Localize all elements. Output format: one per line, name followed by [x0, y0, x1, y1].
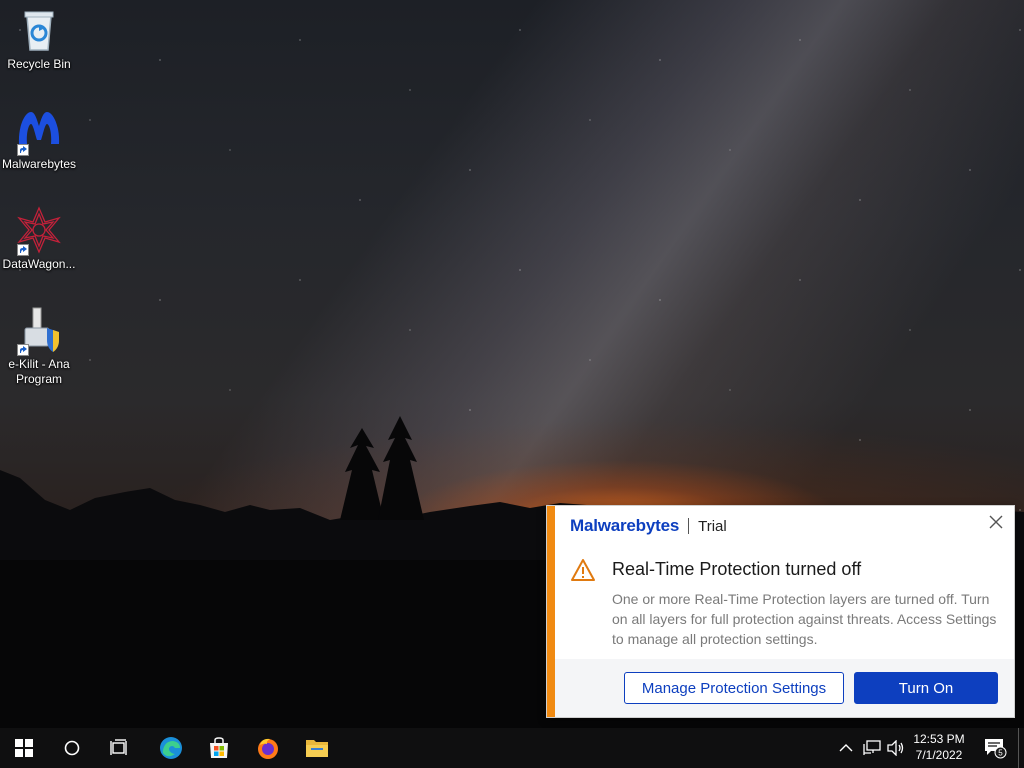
close-button[interactable] [987, 513, 1005, 531]
network-icon [863, 740, 881, 755]
show-hidden-icons-button[interactable] [838, 739, 854, 757]
desktop-icon-recycle-bin[interactable]: Recycle Bin [0, 6, 78, 72]
start-icon [15, 739, 33, 757]
action-center-button[interactable]: 5 [980, 728, 1010, 768]
desktop-icon-ekilit[interactable]: e-Kilit - Ana Program [0, 306, 78, 387]
desktop-icon-label: DataWagon... [2, 257, 76, 271]
clock-time: 12:53 PM [913, 732, 965, 746]
header-divider [688, 518, 690, 534]
network-button[interactable] [862, 739, 882, 757]
turn-on-button[interactable]: Turn On [854, 672, 998, 704]
desktop-icon-malwarebytes[interactable]: Malwarebytes [0, 106, 78, 172]
notification-accent-bar [547, 506, 555, 717]
taskbar-edge[interactable] [147, 728, 195, 768]
volume-button[interactable] [886, 739, 906, 757]
taskbar-clock[interactable]: 12:53 PM 7/1/2022 [905, 731, 973, 765]
clock-date: 7/1/2022 [915, 748, 963, 762]
notification-header: Malwarebytes Trial [570, 515, 727, 537]
store-icon [210, 737, 228, 758]
brand-logo: Malwarebytes [570, 516, 680, 535]
notification-count-badge: 5 [998, 749, 1003, 758]
notification-body: One or more Real-Time Protection layers … [612, 591, 997, 647]
search-button[interactable] [48, 728, 96, 768]
malwarebytes-icon [15, 106, 63, 156]
start-button[interactable] [0, 728, 48, 768]
desktop-icon-label: e-Kilit - Ana Program [8, 357, 70, 386]
taskbar: 12:53 PM 7/1/2022 5 [0, 728, 1024, 768]
notification-title: Real-Time Protection turned off [612, 559, 862, 579]
volume-icon [887, 740, 904, 756]
edge-icon [160, 737, 182, 759]
notification-actions: Manage Protection Settings Turn On [555, 659, 1014, 717]
chevron-up-icon [839, 744, 853, 752]
warning-icon [570, 558, 596, 582]
show-desktop-button[interactable] [1018, 728, 1024, 768]
taskbar-store[interactable] [195, 728, 243, 768]
task-view-icon [110, 739, 127, 755]
shortcut-arrow-icon [17, 144, 29, 156]
datawagon-icon [15, 206, 63, 256]
ekilit-icon [15, 306, 63, 356]
desktop-icon-label: Malwarebytes [1, 157, 77, 171]
manage-protection-settings-button[interactable]: Manage Protection Settings [624, 672, 844, 704]
desktop-icon-datawagon[interactable]: DataWagon... [0, 206, 78, 272]
shortcut-arrow-icon [17, 344, 29, 356]
firefox-icon [258, 738, 278, 759]
close-icon [989, 515, 1003, 529]
malwarebytes-notification: Malwarebytes Trial Real-Time Protection … [546, 505, 1015, 718]
search-icon [64, 740, 80, 756]
shortcut-arrow-icon [17, 244, 29, 256]
action-center-icon: 5 [985, 739, 1007, 759]
taskbar-file-explorer[interactable] [293, 728, 341, 768]
taskbar-firefox[interactable] [244, 728, 292, 768]
desktop-icon-label: Recycle Bin [7, 57, 71, 71]
task-view-button[interactable] [96, 728, 144, 768]
edition-label: Trial [698, 517, 727, 535]
recycle-bin-icon [15, 6, 63, 54]
file-explorer-icon [306, 740, 328, 757]
